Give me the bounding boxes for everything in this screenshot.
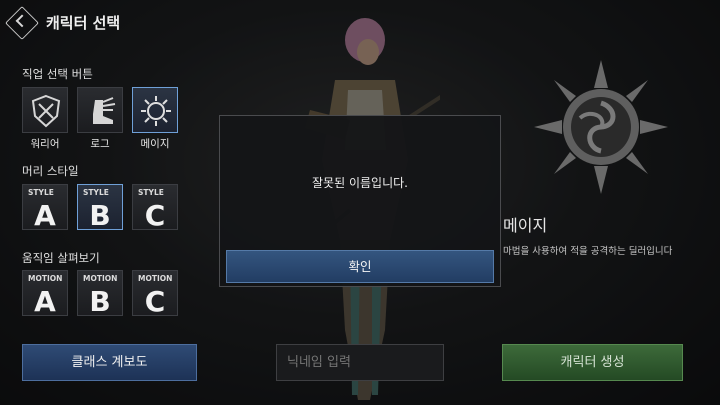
- shield-icon: [31, 94, 61, 128]
- motion-a[interactable]: MOTION A: [22, 270, 68, 318]
- motion-letter: B: [89, 285, 111, 318]
- error-dialog: 잘못된 이름입니다. 확인: [219, 115, 501, 287]
- class-description: 마법을 사용하여 적을 공격하는 딜러입니다: [503, 246, 673, 257]
- class-label-rogue: 로그: [90, 138, 110, 150]
- dialog-message: 잘못된 이름입니다.: [312, 176, 408, 190]
- sun-emblem-icon: [141, 96, 171, 126]
- style-letter: C: [144, 199, 166, 232]
- nickname-input[interactable]: [276, 344, 444, 381]
- motion-letter: A: [34, 285, 56, 318]
- class-section-label: 직업 선택 버튼: [22, 67, 93, 81]
- sun-emblem-icon: [534, 60, 668, 194]
- style-tag: STYLE: [138, 188, 164, 197]
- hair-style-c[interactable]: STYLE C: [132, 184, 178, 232]
- motion-b[interactable]: MOTION B: [77, 270, 123, 318]
- motion-letter: C: [144, 285, 166, 318]
- class-name: 메이지: [503, 216, 548, 235]
- create-character-button[interactable]: 캐릭터 생성: [502, 344, 683, 381]
- hair-section-label: 머리 스타일: [22, 164, 79, 178]
- hair-style-b[interactable]: STYLE B: [77, 184, 123, 232]
- class-tile-rogue[interactable]: [77, 87, 123, 133]
- style-letter: B: [89, 199, 111, 232]
- motion-tag: MOTION: [28, 274, 63, 283]
- class-label-mage: 메이지: [140, 138, 170, 150]
- class-tree-button[interactable]: 클래스 계보도: [22, 344, 197, 381]
- style-tag: STYLE: [28, 188, 54, 197]
- class-label-warrior: 워리어: [30, 138, 60, 150]
- motion-tag: MOTION: [83, 274, 118, 283]
- motion-c[interactable]: MOTION C: [132, 270, 178, 318]
- confirm-button[interactable]: 확인: [226, 250, 494, 283]
- style-tag: STYLE: [83, 188, 109, 197]
- class-tile-warrior[interactable]: [22, 87, 68, 133]
- hair-style-a[interactable]: STYLE A: [22, 184, 68, 232]
- page-title: 캐릭터 선택: [46, 14, 121, 32]
- style-letter: A: [34, 199, 56, 232]
- class-tile-mage[interactable]: [132, 87, 178, 133]
- winged-boot-icon: [93, 97, 116, 124]
- motion-tag: MOTION: [138, 274, 173, 283]
- motion-section-label: 움직임 살펴보기: [22, 251, 100, 265]
- back-arrow-icon: [15, 14, 29, 28]
